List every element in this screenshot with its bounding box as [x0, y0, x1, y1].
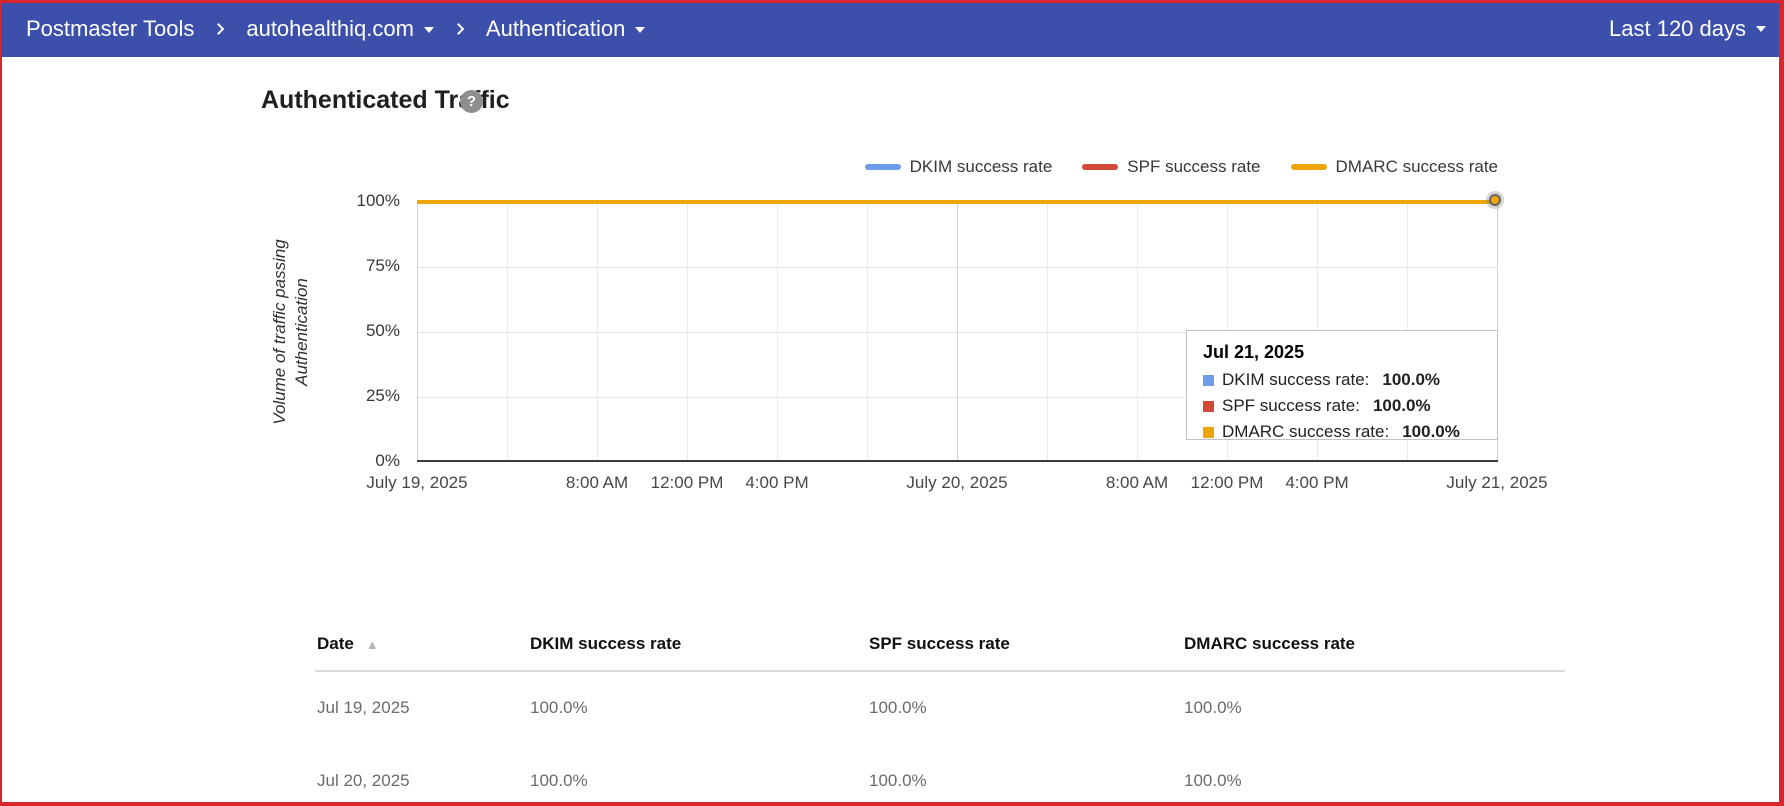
vertical-gridline [417, 202, 418, 462]
table-column-header[interactable]: Date▲ [317, 634, 379, 654]
table-cell-value: 100.0% [869, 771, 927, 791]
legend-swatch-icon [865, 164, 901, 170]
section-selector[interactable]: Authentication [486, 16, 645, 42]
legend-item: SPF success rate [1082, 157, 1260, 177]
legend-item: DKIM success rate [865, 157, 1053, 177]
y-tick-label: 0% [300, 451, 400, 471]
tooltip-row-value: 100.0% [1382, 370, 1440, 390]
breadcrumb-chevron-icon [451, 20, 469, 38]
vertical-gridline [867, 202, 868, 462]
table-header-divider [315, 670, 1565, 672]
legend-label: DKIM success rate [910, 157, 1053, 177]
tooltip-title: Jul 21, 2025 [1203, 342, 1497, 363]
breadcrumb-chevron-icon [211, 20, 229, 38]
table-cell-value: 100.0% [530, 698, 588, 718]
sort-ascending-icon: ▲ [366, 637, 379, 652]
caret-down-icon [1756, 26, 1766, 32]
x-tick-label: 4:00 PM [1285, 473, 1348, 493]
tooltip-row: DMARC success rate: 100.0% [1203, 419, 1497, 445]
y-tick-label: 25% [300, 386, 400, 406]
tooltip-row-label: DMARC success rate: [1222, 422, 1389, 442]
y-tick-label: 50% [300, 321, 400, 341]
x-axis-line [417, 460, 1498, 462]
date-range-label: Last 120 days [1609, 16, 1746, 42]
tooltip-row-value: 100.0% [1402, 422, 1460, 442]
x-tick-label: July 21, 2025 [1446, 473, 1547, 493]
table-cell-date: Jul 20, 2025 [317, 771, 410, 791]
app-title-link[interactable]: Postmaster Tools [26, 16, 194, 42]
dmarc-series-line [417, 200, 1497, 204]
breadcrumb: Postmaster Tools autohealthiq.com Authen… [26, 16, 645, 42]
tooltip-series-swatch-icon [1203, 375, 1214, 386]
tooltip-row: DKIM success rate: 100.0% [1203, 367, 1497, 393]
legend-label: SPF success rate [1127, 157, 1260, 177]
legend-label: DMARC success rate [1336, 157, 1498, 177]
chart-legend: DKIM success rate SPF success rate DMARC s… [865, 156, 1498, 178]
domain-selector[interactable]: autohealthiq.com [246, 16, 434, 42]
section-selector-label: Authentication [486, 16, 625, 41]
caret-down-icon [424, 27, 434, 33]
tooltip-rows: DKIM success rate:100.0%SPF success rate… [1203, 367, 1497, 445]
x-tick-label: 12:00 PM [1191, 473, 1264, 493]
legend-swatch-icon [1291, 164, 1327, 170]
domain-selector-label: autohealthiq.com [246, 16, 414, 41]
vertical-gridline [1137, 202, 1138, 462]
table-cell-date: Jul 19, 2025 [317, 698, 410, 718]
table-cell-value: 100.0% [1184, 698, 1242, 718]
y-tick-label: 75% [300, 256, 400, 276]
tooltip-row-label: SPF success rate: [1222, 396, 1360, 416]
legend-item: DMARC success rate [1291, 157, 1498, 177]
vertical-gridline [777, 202, 778, 462]
tooltip-series-swatch-icon [1203, 427, 1214, 438]
highlighted-point-marker [1489, 194, 1501, 206]
table-cell-value: 100.0% [869, 698, 927, 718]
y-axis-title-line1: Volume of traffic passing [269, 239, 291, 425]
vertical-gridline [957, 202, 958, 462]
vertical-gridline [597, 202, 598, 462]
date-range-selector[interactable]: Last 120 days [1609, 16, 1766, 42]
vertical-gridline [507, 202, 508, 462]
tooltip-row: SPF success rate: 100.0% [1203, 393, 1497, 419]
caret-down-icon [635, 27, 645, 33]
table-column-header[interactable]: DKIM success rate [530, 634, 681, 654]
postmaster-tools-page: Postmaster Tools autohealthiq.com Authen… [0, 0, 1784, 806]
tooltip-row-label: DKIM success rate: [1222, 370, 1369, 390]
x-tick-label: 8:00 AM [566, 473, 628, 493]
legend-swatch-icon [1082, 164, 1118, 170]
tooltip-series-swatch-icon [1203, 401, 1214, 412]
tooltip-row-value: 100.0% [1373, 396, 1431, 416]
table-cell-value: 100.0% [1184, 771, 1242, 791]
data-table: Date▲ DKIM success rate SPF success rate DM… [315, 617, 1565, 797]
chart-tooltip: Jul 21, 2025 DKIM success rate:100.0%SPF… [1186, 330, 1498, 440]
app-header: Postmaster Tools autohealthiq.com Authen… [0, 0, 1784, 57]
table-cell-value: 100.0% [530, 771, 588, 791]
vertical-gridline [1047, 202, 1048, 462]
x-tick-label: 4:00 PM [745, 473, 808, 493]
x-tick-label: July 20, 2025 [906, 473, 1007, 493]
x-tick-label: 8:00 AM [1106, 473, 1168, 493]
table-column-header[interactable]: SPF success rate [869, 634, 1010, 654]
vertical-gridline [687, 202, 688, 462]
y-tick-label: 100% [300, 191, 400, 211]
x-tick-label: 12:00 PM [651, 473, 724, 493]
table-column-header[interactable]: DMARC success rate [1184, 634, 1355, 654]
help-icon[interactable]: ? [460, 90, 483, 113]
x-tick-label: July 19, 2025 [366, 473, 467, 493]
